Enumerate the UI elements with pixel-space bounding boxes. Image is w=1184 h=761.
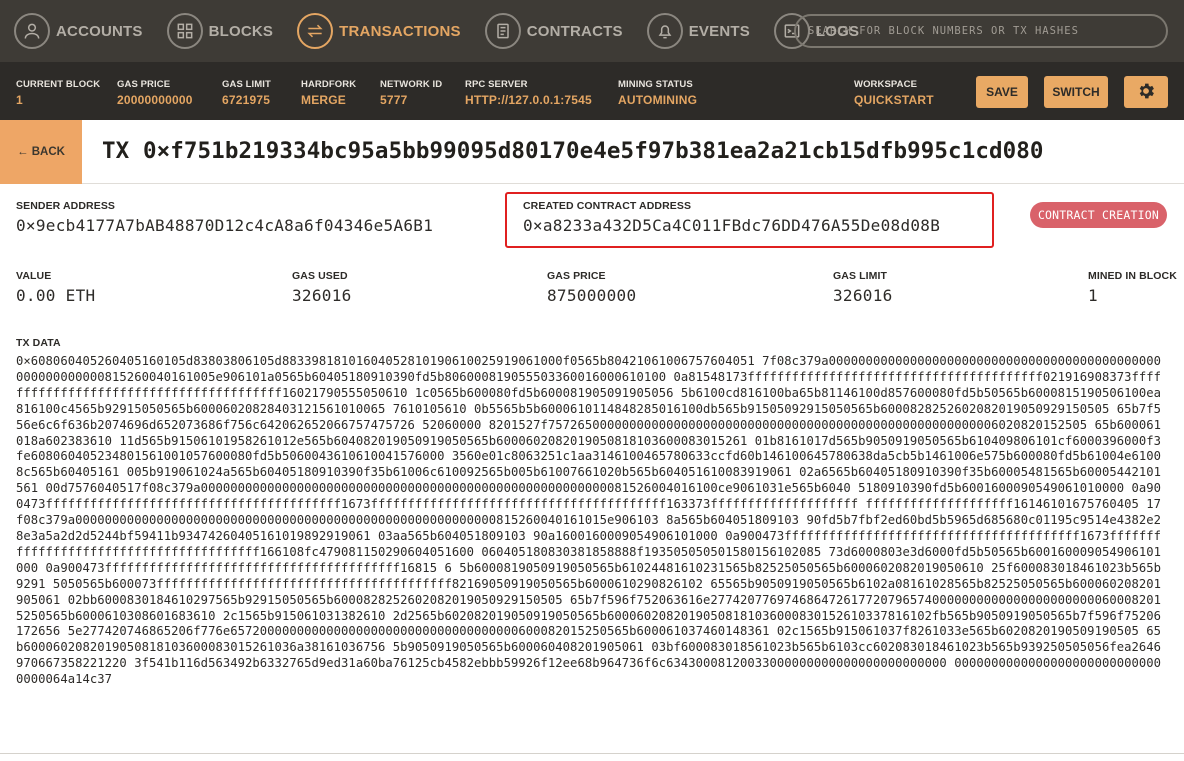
stat-value: HTTP://127.0.0.1:7545 [465, 93, 592, 107]
stat-workspace: WORKSPACE QUICKSTART [854, 79, 934, 107]
gas-used-value: 326016 [292, 286, 352, 305]
created-contract-field: CREATED CONTRACT ADDRESS 0×a8233a432D5Ca… [523, 200, 940, 235]
swap-arrows-icon [297, 13, 334, 49]
created-contract-value[interactable]: 0×a8233a432D5Ca4C011FBdc76DD476A55De08d0… [523, 216, 940, 235]
stat-label: MINING STATUS [618, 79, 693, 90]
nav-accounts-label: ACCOUNTS [56, 22, 143, 40]
top-navigation: ACCOUNTS BLOCKS TRANSACTIONS CONTRACTS E… [0, 0, 1184, 62]
save-button[interactable]: SAVE [976, 76, 1028, 108]
gas-limit-field: GAS LIMIT 326016 [833, 270, 893, 305]
stat-label: CURRENT BLOCK [16, 79, 101, 90]
stat-hardfork: HARDFORK MERGE [301, 79, 356, 107]
nav-transactions-label: TRANSACTIONS [339, 22, 461, 40]
stat-gas-limit: GAS LIMIT 6721975 [222, 79, 271, 107]
page-title: TX 0×f751b219334bc95a5bb99095d80170e4e5f… [102, 138, 1044, 164]
search-input[interactable] [794, 14, 1168, 48]
stat-rpc-server: RPC SERVER HTTP://127.0.0.1:7545 [465, 79, 592, 107]
stat-value: 20000000000 [117, 93, 193, 107]
document-icon [484, 13, 521, 49]
transaction-details: SENDER ADDRESS 0×9ecb4177A7bAB48870D12c4… [0, 184, 1184, 761]
sender-address-field: SENDER ADDRESS 0×9ecb4177A7bAB48870D12c4… [16, 200, 433, 235]
field-label: CREATED CONTRACT ADDRESS [523, 200, 692, 212]
field-label: TX DATA [16, 337, 61, 349]
stat-label: NETWORK ID [380, 79, 443, 90]
switch-button[interactable]: SWITCH [1044, 76, 1108, 108]
stat-network-id: NETWORK ID 5777 [380, 79, 442, 107]
nav-events-label: EVENTS [688, 22, 750, 40]
field-label: SENDER ADDRESS [16, 200, 116, 212]
field-label: GAS LIMIT [833, 270, 887, 282]
nav-blocks-label: BLOCKS [208, 22, 274, 40]
stat-gas-price: GAS PRICE 20000000000 [117, 79, 193, 107]
stat-label: HARDFORK [301, 79, 357, 90]
field-label: GAS USED [292, 270, 348, 282]
status-bar: CURRENT BLOCK 1 GAS PRICE 20000000000 GA… [0, 62, 1184, 120]
value-field: VALUE 0.00 ETH [16, 270, 95, 305]
stat-mining-status: MINING STATUS AUTOMINING [618, 79, 697, 107]
status-badge: CONTRACT CREATION [1030, 202, 1167, 228]
nav-contracts[interactable]: CONTRACTS [484, 0, 623, 62]
stat-value: QUICKSTART [854, 93, 934, 107]
stat-label: WORKSPACE [854, 79, 918, 90]
stat-value: 5777 [380, 93, 408, 107]
nav-transactions[interactable]: TRANSACTIONS [297, 0, 461, 62]
field-label: VALUE [16, 270, 52, 282]
gear-icon [1136, 81, 1156, 104]
field-label: MINED IN BLOCK [1088, 270, 1177, 282]
user-icon [14, 13, 50, 49]
grid-icon [166, 13, 203, 49]
stat-value: 1 [16, 93, 23, 107]
gas-price-value: 875000000 [547, 286, 637, 305]
value-value: 0.00 ETH [16, 286, 96, 305]
divider [0, 753, 1184, 761]
stat-label: GAS LIMIT [222, 79, 271, 90]
mined-in-block-value[interactable]: 1 [1088, 286, 1177, 305]
stat-value: 6721975 [222, 93, 271, 107]
gas-price-field: GAS PRICE 875000000 [547, 270, 636, 305]
stat-label: GAS PRICE [117, 79, 171, 90]
gas-used-field: GAS USED 326016 [292, 270, 352, 305]
transaction-header: ← BACK TX 0×f751b219334bc95a5bb99095d801… [0, 120, 1184, 184]
stat-current-block: CURRENT BLOCK 1 [16, 79, 100, 107]
stat-label: RPC SERVER [465, 79, 528, 90]
bell-icon [646, 13, 683, 49]
sender-address-value[interactable]: 0×9ecb4177A7bAB48870D12c4cA8a6f04346e5A6… [16, 216, 433, 235]
stat-value: AUTOMINING [618, 93, 698, 107]
nav-contracts-label: CONTRACTS [526, 22, 623, 40]
field-label: GAS PRICE [547, 270, 606, 282]
tx-data-field: TX DATA [16, 337, 61, 349]
settings-button[interactable] [1124, 76, 1168, 108]
gas-limit-value: 326016 [833, 286, 893, 305]
tx-data-value: 0×608060405260405160105d83803806105d8833… [16, 354, 1162, 687]
mined-in-block-field: MINED IN BLOCK 1 [1088, 270, 1177, 305]
stat-value: MERGE [301, 93, 347, 107]
nav-blocks[interactable]: BLOCKS [166, 0, 274, 62]
nav-accounts[interactable]: ACCOUNTS [14, 0, 143, 62]
back-button[interactable]: ← BACK [0, 120, 82, 184]
nav-events[interactable]: EVENTS [646, 0, 750, 62]
